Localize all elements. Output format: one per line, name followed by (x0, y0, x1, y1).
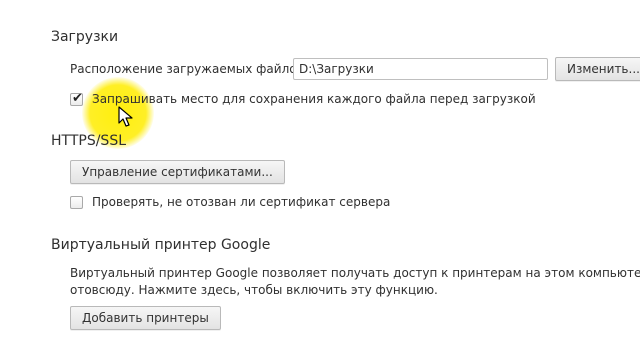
add-printers-button[interactable]: Добавить принтеры (70, 306, 221, 330)
cloud-print-description-line1: Виртуальный принтер Google позволяет пол… (70, 266, 640, 280)
downloads-section-title: Загрузки (51, 29, 119, 45)
check-revocation-label[interactable]: Проверять, не отозван ли сертификат серв… (92, 195, 390, 209)
cloud-print-description-line2: отовсюду. Нажмите здесь, чтобы включить … (70, 283, 438, 297)
cloud-print-section-title: Виртуальный принтер Google (51, 237, 271, 253)
cut-off-row (70, 0, 590, 6)
download-location-label: Расположение загружаемых файлов: (70, 62, 308, 76)
manage-certificates-button[interactable]: Управление сертификатами... (70, 160, 285, 184)
ask-location-checkbox[interactable]: ✔ (70, 91, 83, 106)
change-location-button[interactable]: Изменить... (555, 57, 640, 81)
check-revocation-checkbox[interactable] (70, 196, 83, 209)
ask-location-label[interactable]: Запрашивать место для сохранения каждого… (92, 92, 536, 106)
checkmark-icon: ✔ (72, 91, 83, 106)
download-location-field[interactable]: D:\Загрузки (293, 58, 548, 80)
settings-page: Загрузки Расположение загружаемых файлов… (0, 0, 640, 360)
mouse-pointer-icon (118, 106, 133, 127)
https-ssl-section-title: HTTPS/SSL (51, 133, 127, 149)
